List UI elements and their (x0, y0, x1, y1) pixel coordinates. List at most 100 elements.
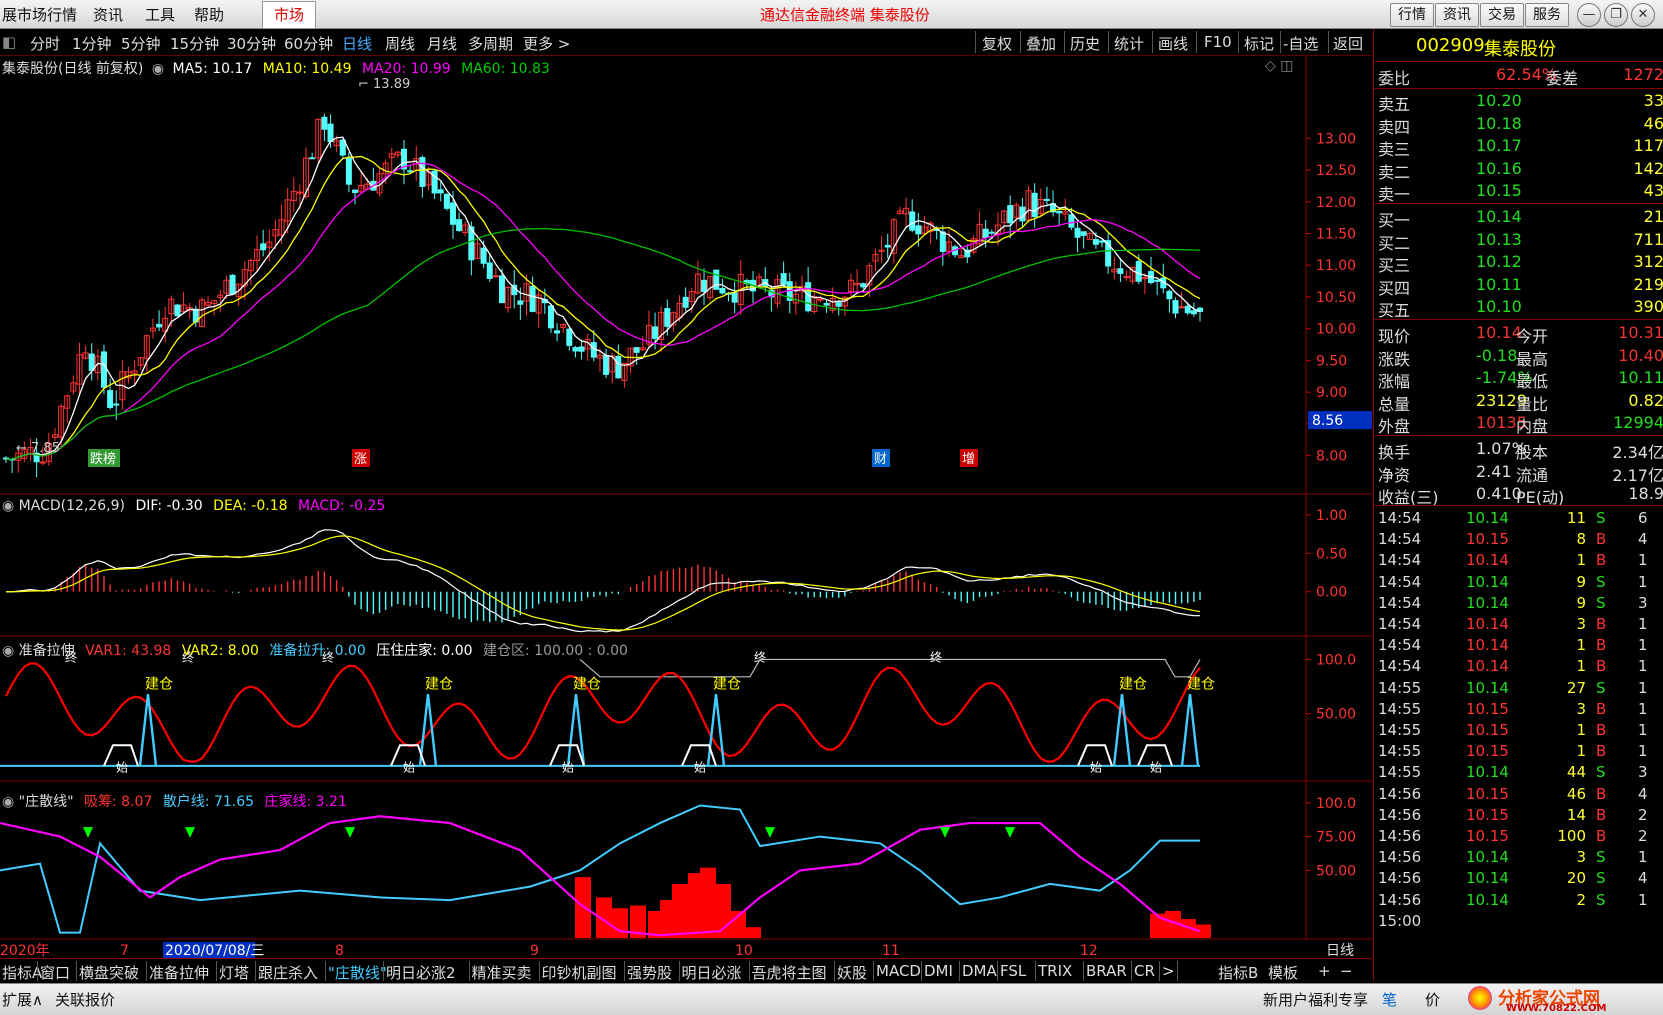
panel-toggle-icon[interactable]: ◧ (2, 33, 16, 51)
indicator-right-tab[interactable]: 指标B (1218, 962, 1258, 983)
candle-body (572, 347, 579, 352)
candle-body (566, 328, 573, 346)
tick-row: 14:54 10.14 1 B 1 (1376, 549, 1663, 571)
tab-market[interactable]: 市场 (262, 1, 316, 29)
restore-icon[interactable]: ❐ (1604, 3, 1628, 27)
indicator-tab[interactable]: BRAR (1086, 962, 1127, 980)
indicator-tab[interactable]: 印钞机副图 (542, 962, 617, 983)
f10-button[interactable]: F10 (1204, 33, 1232, 51)
menu-news[interactable]: 资讯 (93, 4, 123, 25)
candle-body (229, 274, 236, 295)
service-button[interactable]: 服务 (1525, 3, 1569, 27)
candle-body (682, 296, 689, 308)
period-daily[interactable]: 日线 (342, 33, 372, 54)
tick-price: 10.14 (1466, 869, 1509, 888)
indicator-tab[interactable]: 吾虎将主图 (752, 962, 827, 983)
tick-row: 14:54 10.14 9 S 3 (1376, 592, 1663, 614)
tick-row: 14:55 10.14 44 S 3 (1376, 761, 1663, 783)
period-multi[interactable]: 多周期 (468, 33, 513, 54)
indicator-tab[interactable]: DMI (924, 962, 953, 980)
indicator-tab[interactable]: MACD (876, 962, 921, 980)
watchlist-button[interactable]: -自选 (1283, 33, 1318, 54)
indicator-tab[interactable]: 横盘突破 (79, 962, 139, 983)
ask-volume: 117 (1633, 136, 1663, 156)
news-button[interactable]: 资讯 (1435, 3, 1479, 27)
indicator-tab[interactable]: DMA (962, 962, 997, 980)
indicator-tab[interactable]: FSL (1000, 962, 1026, 980)
history-button[interactable]: 历史 (1070, 33, 1100, 54)
quote-button[interactable]: 行情 (1390, 3, 1434, 27)
period-toolbar: ◧ 分时 1分钟 5分钟 15分钟 30分钟 60分钟 日线 周线 月线 多周期… (0, 29, 1372, 56)
tick-price: 10.14 (1466, 615, 1509, 633)
legend-toggle-icon[interactable]: ◉ (152, 61, 164, 77)
candle-body (719, 287, 726, 294)
period-1min[interactable]: 1分钟 (72, 33, 112, 54)
buy-signal-icon (185, 827, 195, 838)
chart-options-icon[interactable]: ◇ ◫ (1265, 58, 1293, 74)
indicator-tab[interactable]: 强势股 (627, 962, 672, 983)
close-icon[interactable]: ✕ (1631, 3, 1655, 27)
quote-row: 外盘 10135 内盘 12994 (1376, 411, 1663, 436)
indicator-tab[interactable]: TRIX (1038, 962, 1072, 980)
fuquan-button[interactable]: 复权 (982, 33, 1012, 54)
indicator-tab[interactable]: "庄散线" (328, 962, 387, 983)
draw-button[interactable]: 画线 (1158, 33, 1188, 54)
mark-button[interactable]: 标记 (1244, 33, 1274, 54)
tick-direction: S (1596, 848, 1606, 867)
period-15min[interactable]: 15分钟 (170, 33, 219, 54)
menu-tools[interactable]: 工具 (145, 4, 175, 25)
period-more[interactable]: 更多 > (523, 33, 570, 54)
indicator-tab[interactable]: > (1162, 962, 1175, 980)
indicator-right-tab[interactable]: 模板 (1268, 962, 1298, 983)
new-user-benefit-link[interactable]: 新用户福利专享 (1263, 989, 1368, 1010)
related-quote-button[interactable]: 关联报价 (55, 989, 115, 1010)
menu-help[interactable]: 帮助 (194, 4, 224, 25)
candle-body (603, 354, 610, 375)
indicator-tab[interactable]: 灯塔 (219, 962, 249, 983)
period-30min[interactable]: 30分钟 (227, 33, 276, 54)
y-tick-label: 75.00 (1316, 830, 1356, 846)
expand-button[interactable]: 扩展∧ (2, 989, 43, 1010)
stats-button[interactable]: 统计 (1114, 33, 1144, 54)
menu-market[interactable]: 展市场行情 (2, 4, 77, 25)
candle-body (321, 116, 328, 130)
tick-time: 15:00 (1378, 911, 1422, 930)
candle-body (988, 231, 995, 234)
period-weekly[interactable]: 周线 (385, 33, 415, 54)
tick-row: 14:56 10.14 3 S 1 (1376, 846, 1663, 868)
ask-price: 10.20 (1476, 91, 1522, 110)
bid-price: 10.13 (1476, 229, 1522, 249)
indicator-tab[interactable]: 精准买卖 (472, 962, 532, 983)
tick-mode-button[interactable]: 笔 (1382, 989, 1397, 1010)
indicator-tab[interactable]: CR (1134, 962, 1155, 980)
period-5min[interactable]: 5分钟 (121, 33, 161, 54)
trade-button[interactable]: 交易 (1480, 3, 1524, 27)
candle-body (982, 228, 989, 239)
zsx-toggle-icon[interactable]: ◉ (2, 794, 14, 810)
indicator-tab[interactable]: 窗口 (40, 962, 70, 983)
tick-time: 14:55 (1378, 699, 1422, 718)
indicator-tab[interactable]: 妖股 (837, 962, 867, 983)
period-60min[interactable]: 60分钟 (284, 33, 333, 54)
period-fenshi[interactable]: 分时 (30, 33, 60, 54)
zsx-zj: 庄家线: 3.21 (264, 794, 347, 810)
indicator-tab[interactable]: 明日必涨 (682, 962, 742, 983)
indicator-tab[interactable]: 准备拉伸 (149, 962, 209, 983)
tick-count: 6 (1638, 509, 1648, 527)
high-label: ⌐ 13.89 (358, 77, 410, 92)
indicator-tab[interactable]: 明日必涨2 (386, 962, 456, 983)
overlay-button[interactable]: 叠加 (1026, 33, 1056, 54)
tick-row: 14:55 10.15 1 B 1 (1376, 719, 1663, 741)
indicator-right-tab[interactable]: − (1340, 962, 1353, 980)
minimize-icon[interactable]: — (1577, 3, 1601, 27)
macd-toggle-icon[interactable]: ◉ (2, 498, 14, 514)
candle-body (701, 279, 708, 292)
period-monthly[interactable]: 月线 (427, 33, 457, 54)
indicator-right-tab[interactable]: + (1318, 962, 1331, 980)
price-mode-button[interactable]: 价 (1425, 989, 1440, 1010)
indicator-tab[interactable]: 跟庄杀入 (258, 962, 318, 983)
zbls-toggle-icon[interactable]: ◉ (2, 643, 14, 659)
pull-spike (138, 694, 158, 766)
back-button[interactable]: 返回 (1333, 33, 1363, 54)
tick-count: 1 (1638, 848, 1648, 867)
